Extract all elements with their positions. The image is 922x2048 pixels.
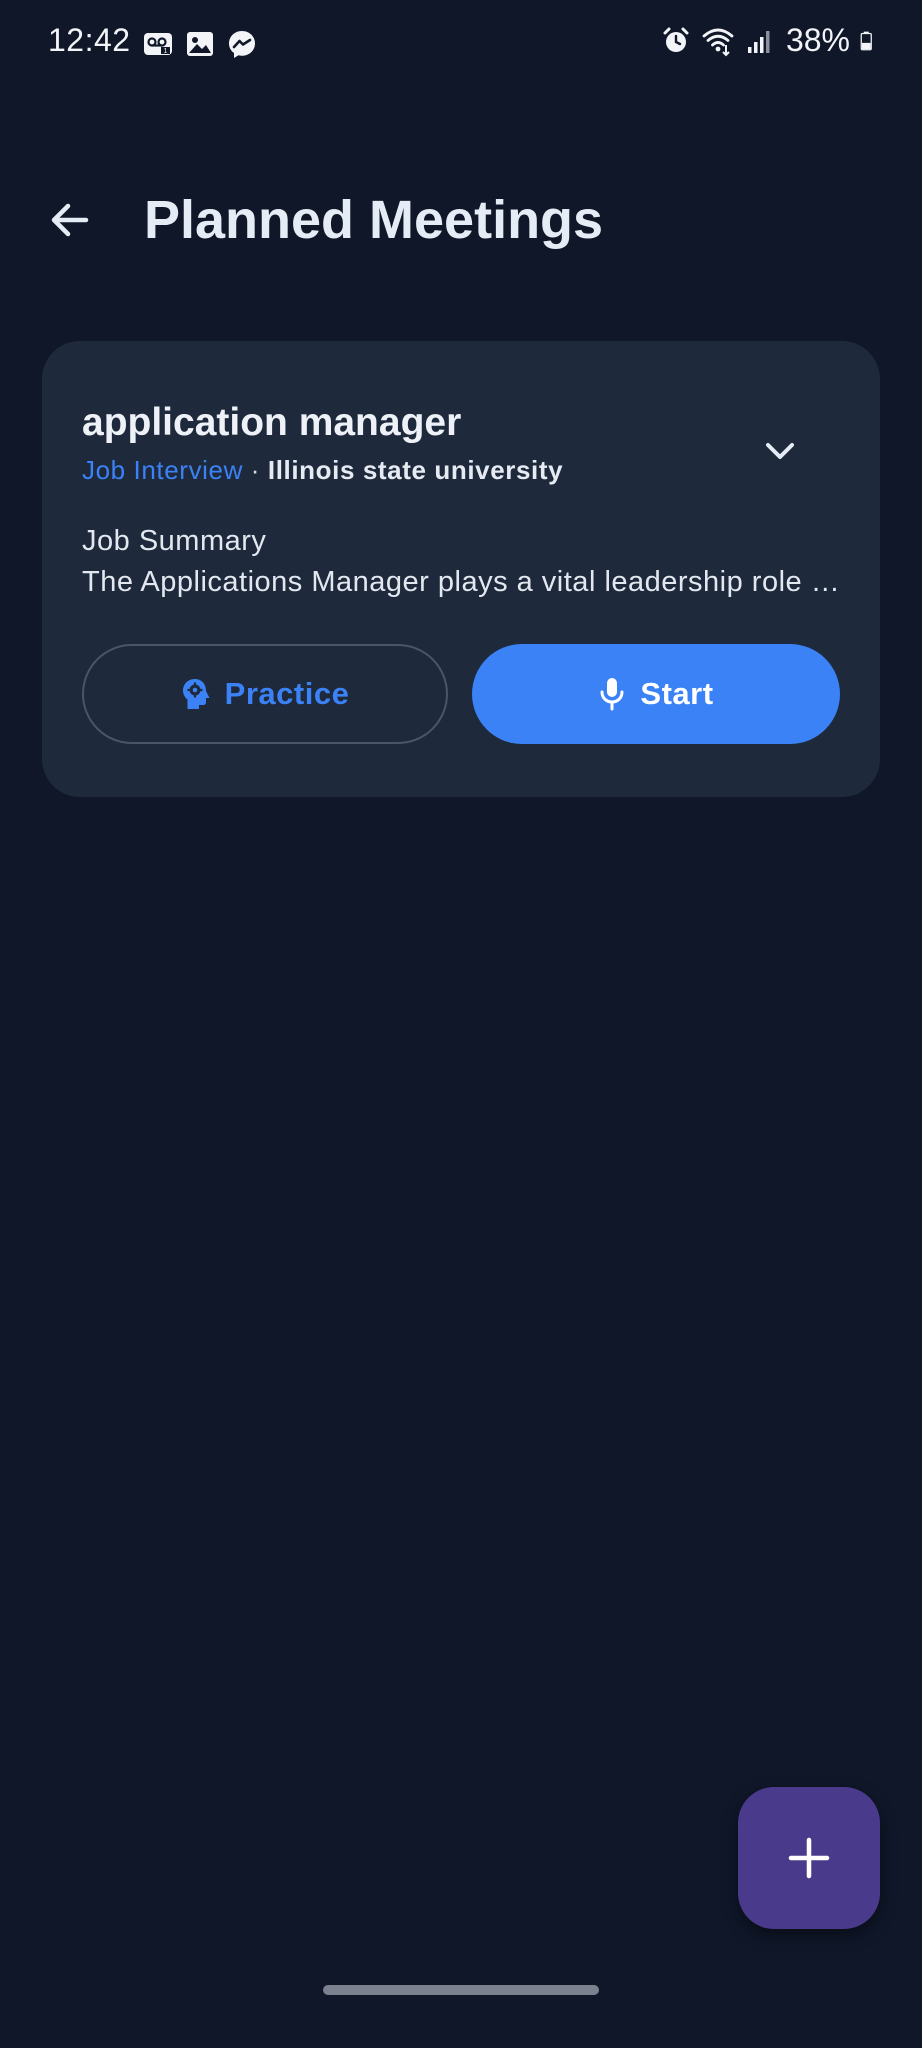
system-status: 38% xyxy=(660,22,880,59)
messenger-icon xyxy=(229,31,255,58)
signal-icon xyxy=(747,30,770,53)
add-meeting-button[interactable] xyxy=(738,1787,880,1929)
status-bar: 12:42 1 38% xyxy=(0,0,922,88)
meeting-type: Job Interview xyxy=(82,455,243,485)
summary-text: The Applications Manager plays a vital l… xyxy=(82,566,842,598)
status-time: 12:42 xyxy=(48,22,131,58)
notification-icons: 1 xyxy=(142,28,258,60)
meeting-title: application manager xyxy=(82,401,462,444)
practice-button[interactable]: Practice xyxy=(82,644,448,744)
start-label: Start xyxy=(640,676,714,711)
subtitle-separator: · xyxy=(242,455,268,485)
home-indicator[interactable] xyxy=(323,1985,599,1995)
svg-text:1: 1 xyxy=(164,48,168,55)
microphone-icon xyxy=(600,678,624,711)
practice-label: Practice xyxy=(224,676,350,711)
chevron-down-icon xyxy=(766,443,794,459)
wifi-icon xyxy=(702,28,734,56)
head-gear-icon xyxy=(182,679,210,709)
image-icon xyxy=(187,32,213,56)
summary-heading: Job Summary xyxy=(82,525,267,557)
app-header: Planned Meetings xyxy=(0,170,922,266)
arrow-left-icon xyxy=(51,203,89,237)
back-button[interactable] xyxy=(34,184,106,256)
battery-icon xyxy=(860,31,872,50)
expand-button[interactable] xyxy=(750,421,810,481)
battery-percentage: 38% xyxy=(785,22,850,58)
meeting-company: Illinois state university xyxy=(267,455,564,485)
alarm-icon xyxy=(663,27,689,52)
voicemail-icon: 1 xyxy=(144,33,172,55)
meeting-card[interactable]: application manager Job Interview · Illi… xyxy=(42,341,880,797)
meeting-subtitle: Job Interview · Illinois state universit… xyxy=(82,455,563,486)
page-title: Planned Meetings xyxy=(144,190,604,250)
start-button[interactable]: Start xyxy=(472,644,840,744)
plus-icon xyxy=(788,1837,830,1879)
